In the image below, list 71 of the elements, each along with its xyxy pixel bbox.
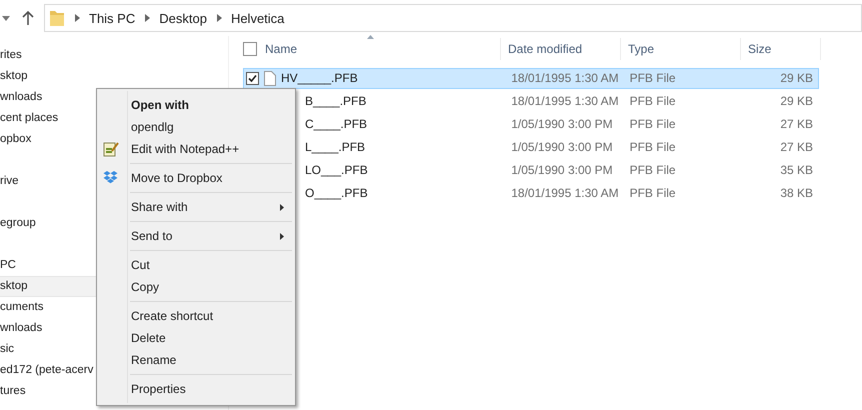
- chevron-icon[interactable]: [216, 14, 222, 22]
- table-cell-text: 1/05/1990 3:00 PM: [510, 139, 614, 156]
- menu-item[interactable]: Cut: [97, 254, 292, 276]
- sort-up-icon: [367, 35, 374, 39]
- table-cell-text: 27 KB: [779, 116, 814, 133]
- table-cell-text: PFB File: [628, 93, 677, 110]
- table-cell-text: PFB File: [628, 185, 677, 202]
- table-cell-text: PFB File: [628, 162, 677, 179]
- table-cell-text: 1/05/1990 3:00 PM: [510, 116, 614, 133]
- menu-item[interactable]: Create shortcut: [97, 305, 292, 327]
- file-name: LO___.PFB: [305, 162, 368, 179]
- nav-item[interactable]: rive: [0, 171, 96, 192]
- menu-item[interactable]: Properties: [97, 378, 292, 400]
- nav-item[interactable]: egroup: [0, 213, 96, 234]
- breadcrumb[interactable]: Desktop: [159, 10, 207, 26]
- dropdown-caret-icon[interactable]: [2, 16, 10, 20]
- nav-item[interactable]: PC: [0, 255, 96, 276]
- table-cell-text: PFB File: [628, 116, 677, 133]
- submenu-arrow-icon: [280, 233, 284, 240]
- nav-item[interactable]: wnloads: [0, 318, 96, 339]
- submenu-arrow-icon: [280, 204, 284, 211]
- nav-item[interactable]: tures: [0, 381, 96, 402]
- table-cell-text: 18/01/1995 1:30 AM: [510, 70, 620, 87]
- nav-item[interactable]: rites: [0, 45, 96, 66]
- chevron-icon[interactable]: [75, 14, 80, 22]
- up-arrow-icon[interactable]: [22, 11, 34, 25]
- select-all-checkbox[interactable]: [243, 42, 257, 56]
- file-name: L____.PFB: [305, 139, 366, 156]
- table-cell-text: PFB File: [628, 70, 677, 87]
- table-cell-text: 27 KB: [779, 139, 814, 156]
- address-bar[interactable]: This PC Desktop Helvetica: [44, 4, 862, 32]
- folder-icon: [49, 8, 65, 28]
- file-icon: [264, 71, 276, 86]
- menu-item[interactable]: Move to Dropbox: [97, 167, 292, 189]
- notepad-icon: [103, 141, 119, 157]
- breadcrumb[interactable]: Helvetica: [230, 10, 284, 26]
- menu-item[interactable]: Delete: [97, 327, 292, 349]
- column-header[interactable]: Type: [621, 38, 741, 60]
- table-cell-text: 35 KB: [779, 162, 814, 179]
- menu-item[interactable]: Rename: [97, 349, 292, 371]
- menu-item[interactable]: Share with: [97, 196, 292, 218]
- table-cell-text: 1/05/1990 3:00 PM: [510, 162, 614, 179]
- table-cell-text: 38 KB: [779, 185, 814, 202]
- nav-item[interactable]: ed172 (pete-acerv: [0, 360, 96, 381]
- column-header[interactable]: Size: [741, 38, 821, 60]
- menu-item[interactable]: opendlg: [97, 116, 292, 138]
- file-name: O____.PFB: [305, 185, 368, 202]
- menu-item[interactable]: Open with: [97, 94, 292, 116]
- table-cell-text: 29 KB: [779, 70, 814, 87]
- breadcrumb[interactable]: This PC: [89, 10, 136, 26]
- nav-item[interactable]: sktop: [0, 66, 96, 87]
- menu-item[interactable]: Send to: [97, 225, 292, 247]
- file-name: B____.PFB: [305, 93, 366, 110]
- dropbox-icon: [103, 170, 118, 184]
- file-row[interactable]: HV_____.PFB 18/01/1995 1:30 AM PFB File 29 KB: [243, 68, 819, 89]
- column-header[interactable]: Date modified: [501, 38, 621, 60]
- table-cell-text: 18/01/1995 1:30 AM: [510, 93, 620, 110]
- chevron-icon[interactable]: [145, 14, 150, 22]
- table-cell-text: PFB File: [628, 139, 677, 156]
- nav-item[interactable]: opbox: [0, 129, 96, 150]
- table-cell-text: 18/01/1995 1:30 AM: [510, 185, 620, 202]
- menu-item[interactable]: Copy: [97, 276, 292, 298]
- nav-item[interactable]: wnloads: [0, 87, 96, 108]
- nav-item[interactable]: cuments: [0, 297, 96, 318]
- menu-item[interactable]: Edit with Notepad++: [97, 138, 292, 160]
- file-name: C____.PFB: [305, 116, 368, 133]
- nav-item[interactable]: cent places: [0, 108, 96, 129]
- checked-checkbox-icon[interactable]: [246, 72, 259, 85]
- file-name: HV_____.PFB: [281, 70, 358, 87]
- table-cell-text: 29 KB: [779, 93, 814, 110]
- nav-item[interactable]: sic: [0, 339, 96, 360]
